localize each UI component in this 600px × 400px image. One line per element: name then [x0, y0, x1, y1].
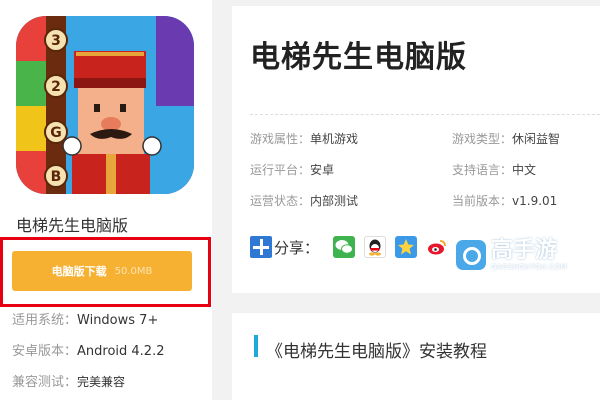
attr-key: 支持语言：: [452, 163, 513, 177]
share-row: 分享：: [250, 236, 457, 258]
attr-value: 中文: [512, 163, 537, 177]
app-icon[interactable]: 3 2 G B: [16, 16, 194, 194]
download-size: 50.0MB: [114, 265, 153, 277]
divider: [250, 114, 600, 115]
download-label: 电脑版下载: [51, 265, 107, 278]
tutorial-title[interactable]: 《电梯先生电脑版》安装教程: [266, 337, 487, 362]
spec-key: 安卓版本：: [12, 344, 78, 359]
attr-platform: 运行平台：安卓: [250, 161, 334, 178]
spec-value: 完美兼容: [77, 375, 126, 389]
spec-system-row: 适用系统：Windows 7+: [12, 309, 158, 328]
attr-key: 游戏类型：: [452, 132, 513, 146]
floor-b-label: B: [51, 169, 62, 185]
tutorial-card: 《电梯先生电脑版》安装教程: [232, 313, 600, 400]
attr-language: 支持语言：中文: [452, 161, 536, 178]
floor-g-label: G: [50, 125, 62, 141]
spec-key: 适用系统：: [12, 313, 78, 328]
page-title: 电梯先生电脑版: [250, 40, 467, 75]
elevator-bellhop-icon: 3 2 G B: [16, 16, 194, 194]
attr-value: 安卓: [310, 163, 335, 177]
left-panel: 3 2 G B 电梯先生电脑版 电脑版下载 50.0MB 适用系统：Window…: [0, 0, 212, 400]
pc-download-button[interactable]: 电脑版下载 50.0MB: [12, 251, 192, 291]
floor-3-label: 3: [51, 33, 61, 49]
spec-compat-row: 兼容测试：完美兼容: [12, 371, 125, 390]
attr-value: 单机游戏: [310, 132, 359, 146]
qq-icon[interactable]: [364, 236, 387, 258]
spec-value: Windows 7+: [77, 313, 159, 328]
attr-value: v1.9.01: [512, 194, 558, 208]
app-name: 电梯先生电脑版: [16, 216, 129, 235]
watermark-subtitle: GAOSHOUYOU.COM: [491, 263, 568, 271]
spec-android-row: 安卓版本：Android 4.2.2: [12, 340, 165, 359]
attr-key: 当前版本：: [452, 194, 513, 208]
share-plus-icon[interactable]: [250, 236, 272, 258]
weibo-icon[interactable]: [426, 236, 449, 258]
wechat-icon[interactable]: [333, 236, 356, 258]
section-accent-bar: [254, 335, 258, 357]
attr-game-type: 游戏类型：休闲益智: [452, 130, 560, 147]
attr-key: 游戏属性：: [250, 132, 311, 146]
attr-key: 运营状态：: [250, 194, 311, 208]
spec-key: 兼容测试：: [12, 375, 78, 390]
attr-version: 当前版本：v1.9.01: [452, 192, 557, 209]
qzone-icon[interactable]: [395, 236, 418, 258]
watermark-title: 高手游: [491, 238, 558, 263]
attr-game-property: 游戏属性：单机游戏: [250, 130, 358, 147]
spec-value: Android 4.2.2: [77, 344, 165, 359]
floor-2-label: 2: [51, 79, 61, 95]
watermark-logo-icon: [456, 240, 486, 270]
attr-value: 休闲益智: [512, 132, 561, 146]
share-label: 分享：: [274, 238, 320, 257]
site-watermark: 高手游 GAOSHOUYOU.COM: [456, 234, 576, 276]
attr-status: 运营状态：内部测试: [250, 192, 358, 209]
attr-key: 运行平台：: [250, 163, 311, 177]
attr-value: 内部测试: [310, 194, 359, 208]
